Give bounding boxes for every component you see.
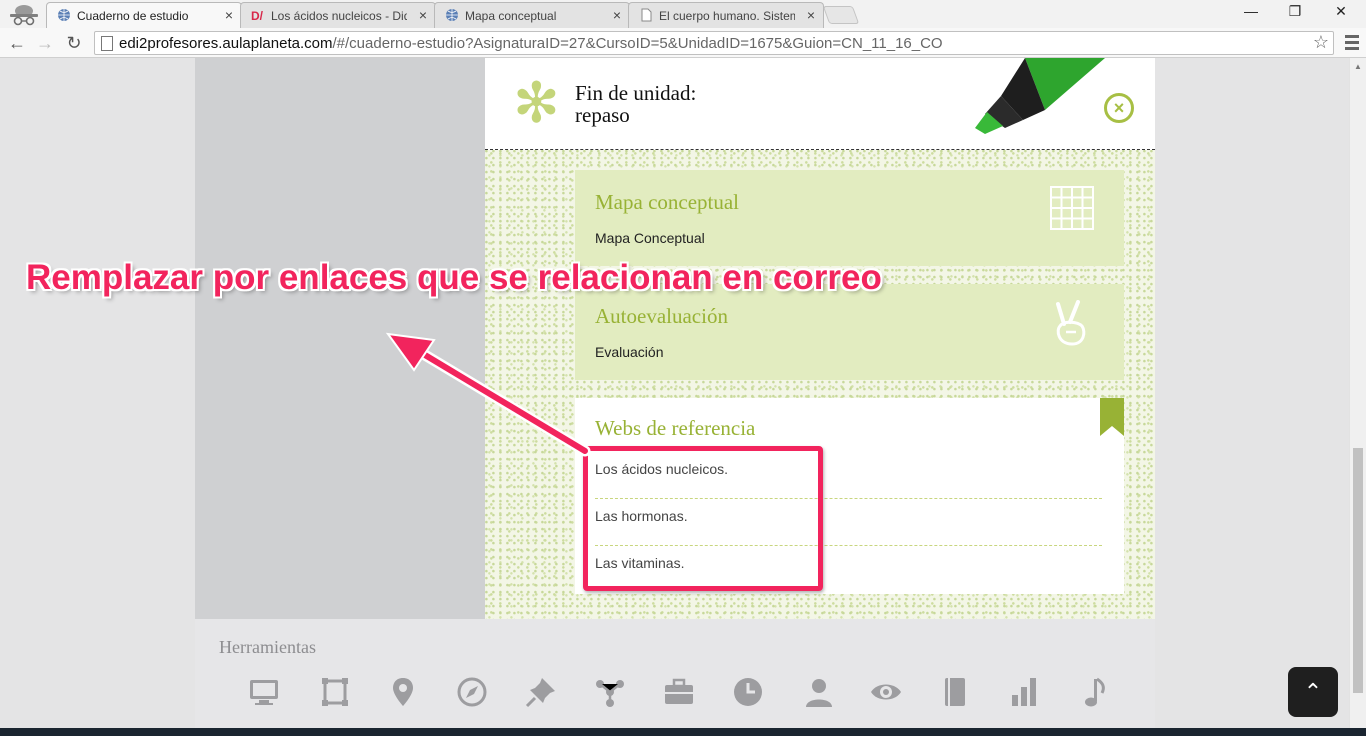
network-icon[interactable] bbox=[593, 675, 627, 709]
minimize-button[interactable]: — bbox=[1228, 3, 1274, 23]
eye-icon[interactable] bbox=[869, 675, 903, 709]
tab-label: Cuaderno de estudio bbox=[77, 9, 189, 23]
asterisk-icon: ✻ bbox=[513, 71, 560, 136]
tab-acidos-nucleicos[interactable]: D/ Los ácidos nucleicos - Did × bbox=[240, 2, 436, 28]
panel-title: Fin de unidad: repaso bbox=[575, 82, 696, 126]
crop-icon[interactable] bbox=[318, 675, 352, 709]
monitor-icon[interactable] bbox=[247, 675, 281, 709]
tab-close-icon[interactable]: × bbox=[225, 7, 233, 23]
forward-button[interactable]: → bbox=[34, 32, 56, 54]
page-margin-left bbox=[0, 58, 195, 736]
document-icon bbox=[641, 8, 652, 22]
card-mapa-conceptual[interactable]: Mapa conceptual Mapa Conceptual bbox=[575, 170, 1124, 266]
tab-cuaderno-de-estudio[interactable]: Cuaderno de estudio × bbox=[46, 2, 242, 28]
card-title[interactable]: Autoevaluación bbox=[595, 304, 728, 329]
close-window-button[interactable]: ✕ bbox=[1318, 3, 1364, 23]
tab-close-icon[interactable]: × bbox=[807, 7, 815, 23]
tab-cuerpo-humano[interactable]: El cuerpo humano. Sistem × bbox=[628, 2, 824, 28]
annotation-text: Remplazar por enlaces que se relacionan … bbox=[26, 258, 882, 297]
annotation-arrow-icon bbox=[385, 332, 591, 457]
globe-icon bbox=[58, 9, 70, 21]
tools-bar: Herramientas bbox=[195, 619, 1155, 736]
bookmark-star-icon[interactable]: ☆ bbox=[1313, 32, 1329, 53]
tab-label: El cuerpo humano. Sistem bbox=[659, 9, 795, 23]
briefcase-icon[interactable] bbox=[662, 675, 696, 709]
clock-icon[interactable] bbox=[731, 675, 765, 709]
url-path: /#/cuaderno-estudio?AsignaturaID=27&Curs… bbox=[332, 35, 943, 52]
d-slash-icon: D/ bbox=[251, 9, 264, 22]
tab-close-icon[interactable]: × bbox=[419, 7, 427, 23]
scroll-up-arrow-icon[interactable]: ▲ bbox=[1354, 62, 1362, 71]
os-taskbar bbox=[0, 728, 1366, 736]
panel-header: ✻ Fin de unidad: repaso × bbox=[485, 58, 1155, 150]
reload-button[interactable]: ↻ bbox=[63, 32, 85, 54]
pushpin-icon[interactable] bbox=[524, 675, 558, 709]
compass-icon[interactable] bbox=[455, 675, 489, 709]
card-subtitle[interactable]: Mapa Conceptual bbox=[595, 230, 705, 246]
url-text[interactable]: edi2profesores.aulaplaneta.com/#/cuadern… bbox=[119, 35, 943, 52]
tab-label: Los ácidos nucleicos - Did bbox=[271, 9, 407, 23]
user-icon[interactable] bbox=[802, 675, 836, 709]
card-autoevaluacion[interactable]: Autoevaluación Evaluación bbox=[575, 284, 1124, 380]
bookmark-icon bbox=[1100, 398, 1124, 436]
close-panel-button[interactable]: × bbox=[1104, 93, 1134, 123]
tab-close-icon[interactable]: × bbox=[613, 7, 621, 23]
book-icon[interactable] bbox=[938, 675, 972, 709]
map-pin-icon[interactable] bbox=[386, 675, 420, 709]
new-tab-button[interactable] bbox=[822, 6, 860, 24]
panel-title-line1: Fin de unidad: bbox=[575, 81, 697, 105]
section-title: Webs de referencia bbox=[595, 416, 756, 440]
page-icon bbox=[101, 36, 113, 51]
scroll-thumb[interactable] bbox=[1353, 448, 1363, 693]
tab-label: Mapa conceptual bbox=[465, 9, 557, 23]
victory-hand-icon bbox=[1056, 300, 1086, 346]
card-title[interactable]: Mapa conceptual bbox=[595, 190, 739, 215]
tools-title: Herramientas bbox=[219, 637, 316, 657]
tab-mapa-conceptual[interactable]: Mapa conceptual × bbox=[434, 2, 630, 28]
browser-menu-icon[interactable] bbox=[1344, 32, 1360, 54]
restore-button[interactable]: ❐ bbox=[1272, 3, 1318, 23]
url-host: edi2profesores.aulaplaneta.com bbox=[119, 35, 333, 52]
highlighter-icon bbox=[975, 58, 1105, 134]
music-note-icon[interactable] bbox=[1079, 675, 1113, 709]
card-subtitle[interactable]: Evaluación bbox=[595, 344, 664, 360]
svg-text:D/: D/ bbox=[251, 9, 264, 22]
panel-title-line2: repaso bbox=[575, 103, 630, 127]
browser-toolbar: ← → ↻ edi2profesores.aulaplaneta.com/#/c… bbox=[0, 28, 1366, 58]
annotation-highlight-box bbox=[583, 446, 823, 591]
back-button[interactable]: ← bbox=[6, 32, 28, 54]
page-scrollbar[interactable]: ▲ bbox=[1349, 58, 1366, 736]
scroll-to-top-button[interactable]: ⌃ bbox=[1288, 667, 1338, 717]
page-margin-right bbox=[1155, 58, 1349, 736]
grid-icon bbox=[1050, 186, 1094, 230]
address-bar[interactable]: edi2profesores.aulaplaneta.com/#/cuadern… bbox=[94, 31, 1334, 55]
globe-icon bbox=[446, 9, 458, 21]
tab-strip: Cuaderno de estudio × D/ Los ácidos nucl… bbox=[0, 0, 1366, 28]
incognito-icon bbox=[10, 5, 38, 26]
bar-chart-icon[interactable] bbox=[1007, 675, 1041, 709]
